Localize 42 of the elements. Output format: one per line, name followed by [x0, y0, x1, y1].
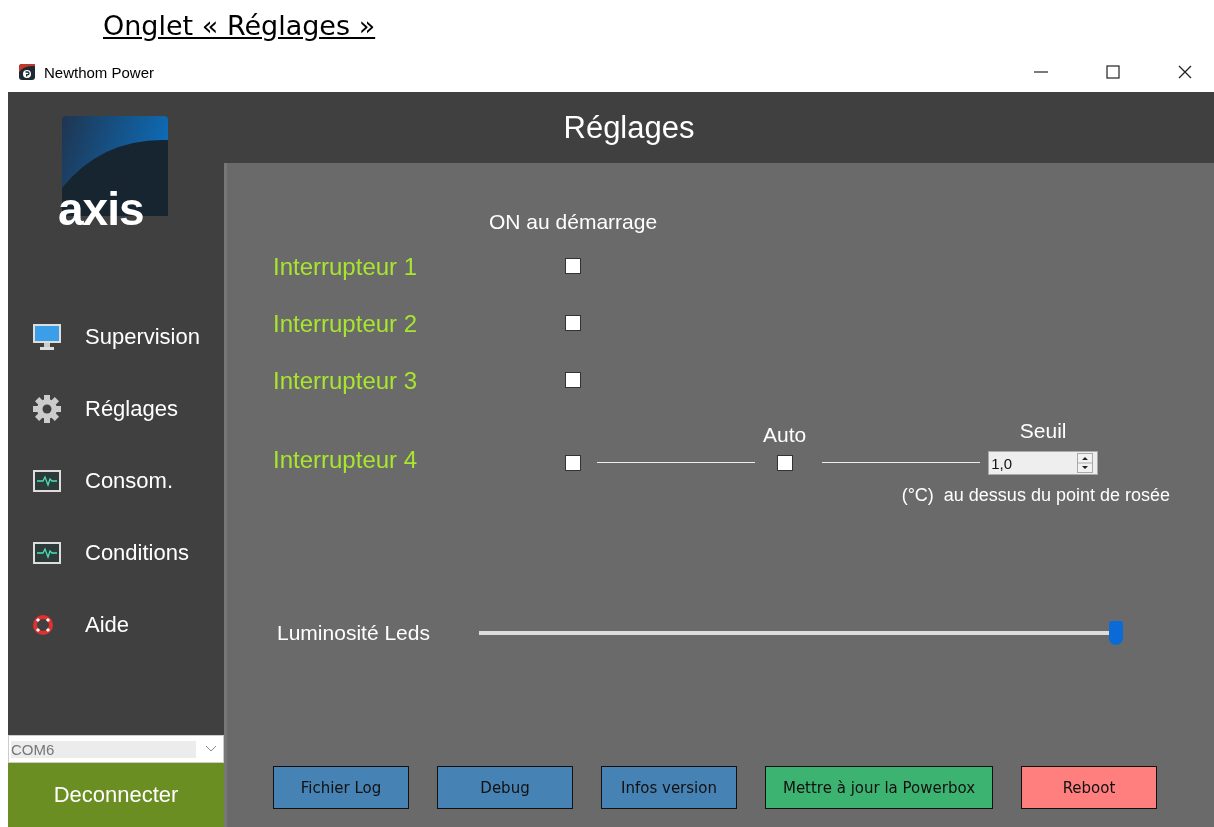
switch-label: Interrupteur 4 — [273, 447, 419, 473]
disconnect-button[interactable]: Deconnecter — [8, 763, 224, 827]
slider-thumb[interactable] — [1109, 621, 1123, 645]
lifebuoy-icon — [32, 614, 54, 636]
document-heading: Onglet « Réglages » — [102, 9, 376, 43]
chart-monitor-icon — [32, 469, 62, 493]
nav-item[interactable]: Réglages — [8, 392, 178, 426]
close-icon[interactable] — [1178, 65, 1192, 79]
action-button[interactable]: Infos version — [601, 766, 737, 809]
port-dropdown[interactable]: COM6 — [8, 735, 224, 763]
brightness-label: Luminosité Leds — [277, 621, 431, 645]
chart-monitor-icon — [32, 541, 62, 565]
checkbox[interactable] — [565, 371, 581, 388]
auto-label: Auto — [763, 423, 807, 447]
page-title: Réglages — [563, 109, 695, 146]
auto-checkbox[interactable] — [776, 455, 793, 471]
action-button[interactable]: Debug — [437, 766, 573, 809]
checkbox[interactable] — [565, 455, 581, 471]
threshold-spinbox[interactable]: 1,0 — [988, 451, 1099, 475]
column-label: ON au démarrage — [489, 210, 658, 235]
brightness-slider[interactable] — [479, 621, 1123, 645]
action-button[interactable]: Mettre à jour la Powerbox — [765, 766, 993, 809]
nav-item[interactable]: Consom. — [8, 464, 174, 498]
window-title: Newthom Power — [44, 63, 155, 81]
nav-item[interactable]: Aide — [8, 608, 130, 642]
nav-item[interactable]: Conditions — [8, 536, 189, 570]
monitor-icon — [32, 323, 62, 351]
threshold-label: Seuil — [1019, 419, 1067, 443]
gear-icon — [32, 394, 62, 424]
maximize-icon[interactable] — [1106, 65, 1120, 79]
checkbox[interactable] — [565, 314, 581, 331]
chevron-down-icon — [205, 745, 217, 753]
checkbox[interactable] — [565, 257, 581, 274]
switch-label: Interrupteur 2 — [273, 309, 419, 338]
switch-label: Interrupteur 3 — [273, 366, 419, 395]
spin-arrows-icon — [1077, 453, 1094, 473]
action-button[interactable]: Fichier Log — [273, 766, 409, 809]
action-button[interactable]: Reboot — [1021, 766, 1157, 809]
switch-label: Interrupteur 1 — [273, 252, 419, 281]
nav-item[interactable]: Supervision — [8, 320, 200, 354]
app-logo-icon — [18, 63, 36, 81]
threshold-note: (°C) au dessus du point de rosée — [901, 485, 1170, 506]
